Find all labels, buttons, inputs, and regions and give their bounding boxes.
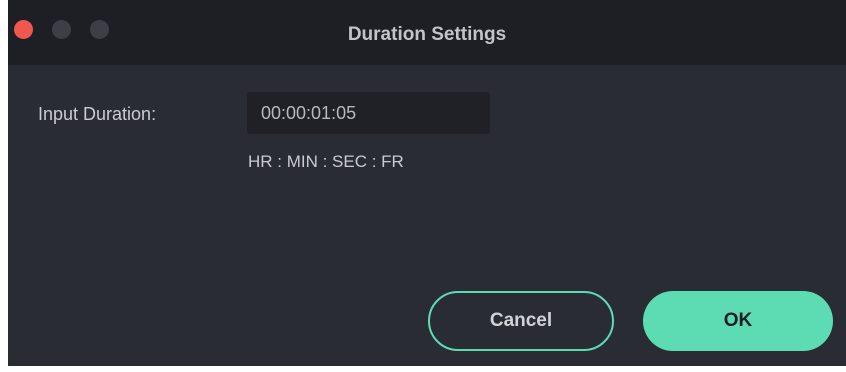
duration-settings-dialog: Duration Settings Input Duration: HR : M… (8, 0, 846, 366)
cancel-button[interactable]: Cancel (428, 291, 614, 351)
title-bar[interactable]: Duration Settings (8, 0, 846, 65)
dialog-title: Duration Settings (347, 24, 507, 45)
input-duration-label: Input Duration: (38, 104, 157, 124)
ok-button[interactable]: OK (643, 291, 833, 351)
duration-input[interactable] (247, 92, 490, 134)
duration-format-hint: HR : MIN : SEC : FR (248, 152, 404, 171)
